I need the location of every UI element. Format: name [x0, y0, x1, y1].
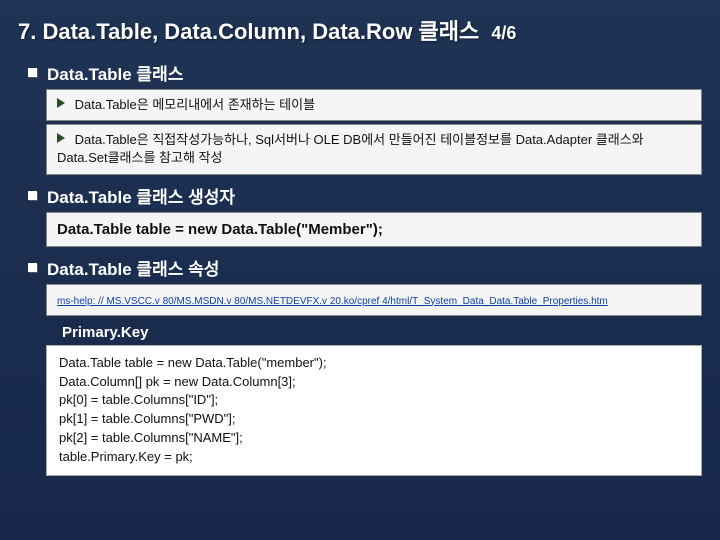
- constructor-code: Data.Table table = new Data.Table("Membe…: [57, 221, 383, 238]
- bullet-square-icon: [28, 68, 37, 77]
- slide-title: 7. Data.Table, Data.Column, Data.Row 클래스…: [18, 14, 702, 46]
- section-properties: Data.Table 클래스 속성: [28, 255, 702, 280]
- constructor-code-card: Data.Table table = new Data.Table("Membe…: [46, 212, 702, 247]
- primary-key-label: Primary.Key: [62, 324, 702, 341]
- info-point-2: Data.Table은 직접작성가능하나, Sql서버나 OLE DB에서 만들…: [57, 132, 644, 165]
- info-card: Data.Table은 메모리내에서 존재하는 테이블: [46, 89, 702, 121]
- triangle-bullet-icon: [57, 98, 65, 108]
- info-point-1: Data.Table은 메모리내에서 존재하는 테이블: [75, 97, 315, 112]
- triangle-bullet-icon: [57, 133, 65, 143]
- section-heading-properties: Data.Table 클래스 속성: [47, 255, 219, 280]
- page-indicator: 4/6: [491, 23, 516, 43]
- section-class-intro: Data.Table 클래스: [28, 60, 702, 85]
- bullet-square-icon: [28, 263, 37, 272]
- info-card: Data.Table은 직접작성가능하나, Sql서버나 OLE DB에서 만들…: [46, 124, 702, 174]
- mshelp-link[interactable]: ms-help: // MS.VSCC.v 80/MS.MSDN.v 80/MS…: [57, 296, 608, 307]
- section-constructor: Data.Table 클래스 생성자: [28, 183, 702, 208]
- link-card: ms-help: // MS.VSCC.v 80/MS.MSDN.v 80/MS…: [46, 284, 702, 316]
- title-text: 7. Data.Table, Data.Column, Data.Row 클래스: [18, 19, 479, 44]
- section-heading-class: Data.Table 클래스: [47, 60, 183, 85]
- primary-key-code-block: Data.Table table = new Data.Table("membe…: [46, 345, 702, 476]
- section-heading-constructor: Data.Table 클래스 생성자: [47, 183, 235, 208]
- bullet-square-icon: [28, 191, 37, 200]
